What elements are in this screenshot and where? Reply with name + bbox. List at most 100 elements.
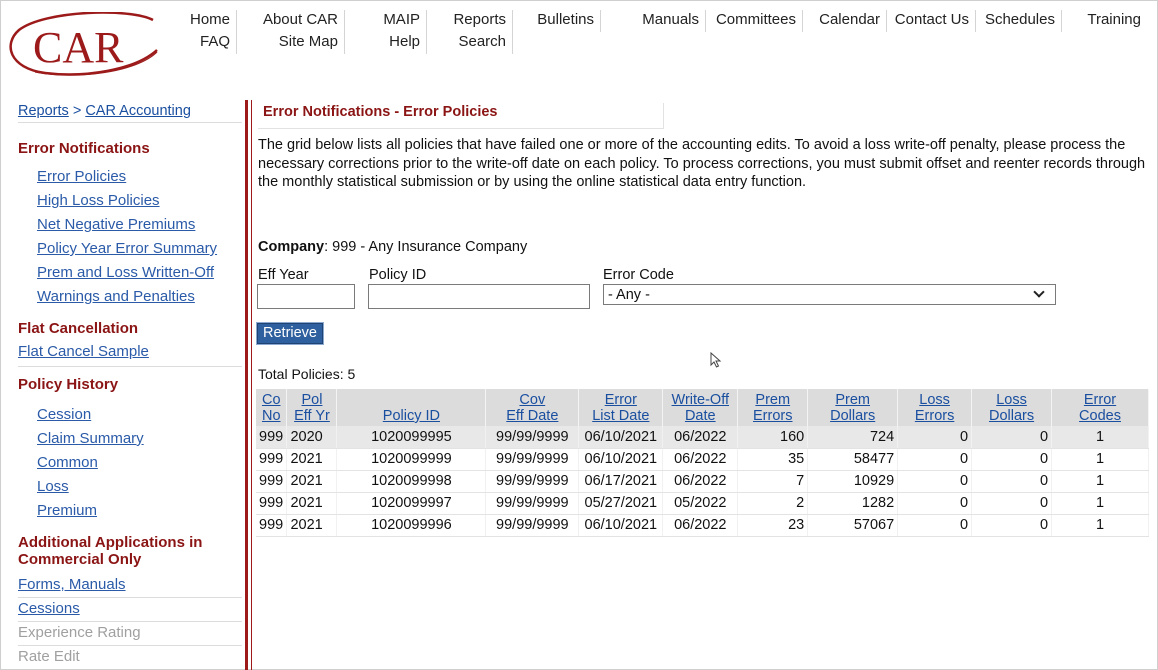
logo-text: CAR [33, 23, 124, 72]
nav-bulletins[interactable]: Bulletins [512, 10, 600, 32]
cell-pol-eff-yr: 2020 [286, 426, 338, 449]
cell-policy-id: 1020099999 [336, 448, 487, 471]
error-code-select[interactable]: - Any - [603, 284, 1056, 305]
cell-error-list-date: 06/17/2021 [578, 470, 664, 493]
cell-error-list-date: 05/27/2021 [578, 492, 664, 515]
cell-loss-errors: 0 [897, 470, 973, 493]
cell-prem-errors: 23 [737, 514, 809, 537]
cell-pol-eff-yr: 2021 [286, 470, 338, 493]
sidebar-item-cession[interactable]: Cession [37, 406, 91, 423]
sidebar-item-forms-manuals[interactable]: Forms, Manuals [18, 576, 126, 593]
policy-id-label: Policy ID [369, 267, 427, 283]
sidebar-item-policy-year-error-summary[interactable]: Policy Year Error Summary [37, 240, 217, 257]
cell-prem-dollars: 10929 [807, 470, 899, 493]
col-header-cov-eff-date[interactable]: Cov Eff Date [485, 389, 580, 426]
cell-cov-eff-date: 99/99/9999 [485, 492, 580, 515]
sidebar-item-common[interactable]: Common [37, 454, 98, 471]
chevron-down-icon [1033, 286, 1045, 298]
breadcrumb-underline [18, 122, 242, 123]
col-header-co-no[interactable]: Co No [256, 389, 288, 426]
sidebar-item-claim-summary[interactable]: Claim Summary [37, 430, 144, 447]
table-row[interactable]: 999 2021 1020099997 99/99/9999 05/27/2021 05/… [256, 492, 1149, 515]
nav-contact-us[interactable]: Contact Us [886, 10, 975, 32]
total-policies: Total Policies: 5 [258, 366, 356, 382]
eff-year-input[interactable] [257, 284, 355, 309]
cell-write-off-date: 06/2022 [662, 426, 739, 449]
retrieve-button[interactable]: Retrieve [256, 322, 324, 345]
nav-training[interactable]: Training [1061, 10, 1147, 32]
nav-committees[interactable]: Committees [705, 10, 802, 32]
nav-help[interactable]: Help [344, 32, 426, 54]
nav-schedules[interactable]: Schedules [975, 10, 1061, 32]
cell-error-list-date: 06/10/2021 [578, 448, 664, 471]
col-header-error-list-date[interactable]: Error List Date [578, 389, 664, 426]
cell-loss-dollars: 0 [971, 492, 1053, 515]
cell-loss-errors: 0 [897, 448, 973, 471]
cell-cov-eff-date: 99/99/9999 [485, 448, 580, 471]
error-policies-table: Co No Pol Eff Yr Policy ID Cov Eff Date Err… [256, 389, 1149, 537]
breadcrumb-separator: > [72, 103, 82, 119]
sidebar-item-loss[interactable]: Loss [37, 478, 69, 495]
nav-reports[interactable]: Reports [426, 10, 512, 32]
cell-prem-dollars: 724 [807, 426, 899, 449]
nav-home[interactable]: Home [160, 10, 236, 32]
sidebar-item-premium[interactable]: Premium [37, 502, 97, 519]
cell-write-off-date: 06/2022 [662, 448, 739, 471]
sidebar-item-rate-edit: Rate Edit [18, 648, 80, 665]
table-row[interactable]: 999 2021 1020099999 99/99/9999 06/10/2021 06/… [256, 448, 1149, 471]
sidebar-item-net-negative-premiums[interactable]: Net Negative Premiums [37, 216, 195, 233]
nav-site-map[interactable]: Site Map [236, 32, 344, 54]
cell-co-no: 999 [256, 514, 288, 537]
col-header-write-off-date[interactable]: Write-Off Date [662, 389, 739, 426]
table-row[interactable]: 999 2021 1020099996 99/99/9999 06/10/2021 06/… [256, 514, 1149, 537]
cell-error-codes: 1 [1051, 470, 1149, 493]
sidebar-item-high-loss-policies[interactable]: High Loss Policies [37, 192, 160, 209]
table-header-row: Co No Pol Eff Yr Policy ID Cov Eff Date Err… [256, 389, 1149, 426]
nav-about-car[interactable]: About CAR [236, 10, 344, 32]
car-logo[interactable]: CAR [5, 12, 163, 78]
nav-maip[interactable]: MAIP [344, 10, 426, 32]
nav-search[interactable]: Search [426, 32, 512, 54]
cell-loss-dollars: 0 [971, 470, 1053, 493]
col-header-loss-dollars[interactable]: Loss Dollars [971, 389, 1053, 426]
cell-prem-dollars: 1282 [807, 492, 899, 515]
sidebar-separator [18, 645, 242, 646]
sidebar-item-flat-cancel-sample[interactable]: Flat Cancel Sample [18, 343, 149, 360]
col-header-policy-id[interactable]: Policy ID [336, 389, 487, 426]
cell-policy-id: 1020099995 [336, 426, 487, 449]
cell-write-off-date: 05/2022 [662, 492, 739, 515]
breadcrumb-reports[interactable]: Reports [18, 103, 69, 119]
table-row[interactable]: 999 2020 1020099995 99/99/9999 06/10/2021 06/… [256, 426, 1149, 449]
cell-error-codes: 1 [1051, 492, 1149, 515]
company-label: Company [258, 239, 325, 255]
cell-prem-dollars: 58477 [807, 448, 899, 471]
col-header-prem-errors[interactable]: Prem Errors [737, 389, 809, 426]
nav-calendar[interactable]: Calendar [802, 10, 886, 32]
cell-policy-id: 1020099997 [336, 492, 487, 515]
section-heading-additional-apps: Additional Applications in [18, 534, 203, 551]
sidebar-item-prem-loss-written-off[interactable]: Prem and Loss Written-Off [37, 264, 214, 281]
nav-faq[interactable]: FAQ [160, 32, 236, 54]
cell-cov-eff-date: 99/99/9999 [485, 426, 580, 449]
mouse-pointer-icon [710, 352, 722, 368]
table-row[interactable]: 999 2021 1020099998 99/99/9999 06/17/2021 06/… [256, 470, 1149, 493]
sidebar-item-experience-rating: Experience Rating [18, 624, 141, 641]
col-header-error-codes[interactable]: Error Codes [1051, 389, 1149, 426]
breadcrumb-car-accounting[interactable]: CAR Accounting [85, 103, 191, 119]
error-code-label: Error Code [603, 267, 674, 283]
col-header-pol-eff-yr[interactable]: Pol Eff Yr [286, 389, 338, 426]
cell-write-off-date: 06/2022 [662, 514, 739, 537]
nav-manuals[interactable]: Manuals [600, 10, 705, 32]
company-line: Company: 999 - Any Insurance Company [258, 239, 527, 255]
cell-pol-eff-yr: 2021 [286, 448, 338, 471]
section-heading-commercial-only: Commercial Only [18, 551, 142, 568]
cell-co-no: 999 [256, 470, 288, 493]
sidebar-item-error-policies[interactable]: Error Policies [37, 168, 126, 185]
col-header-prem-dollars[interactable]: Prem Dollars [807, 389, 899, 426]
cell-cov-eff-date: 99/99/9999 [485, 470, 580, 493]
policy-id-input[interactable] [368, 284, 590, 309]
sidebar-item-warnings-penalties[interactable]: Warnings and Penalties [37, 288, 195, 305]
sidebar-separator [18, 621, 242, 622]
col-header-loss-errors[interactable]: Loss Errors [897, 389, 973, 426]
sidebar-item-cessions[interactable]: Cessions [18, 600, 80, 617]
